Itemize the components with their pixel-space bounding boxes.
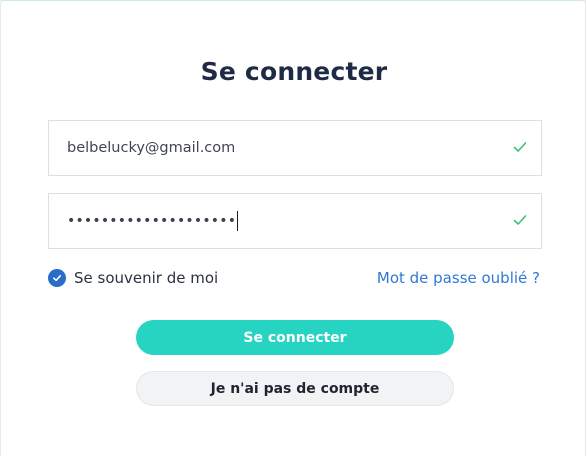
checkbox-checked-icon[interactable] bbox=[48, 269, 66, 287]
login-card: Se connecter belbelucky@gmail.com ••••••… bbox=[0, 0, 586, 456]
text-caret bbox=[237, 211, 239, 231]
password-value-wrapper: •••••••••••••••••••• bbox=[67, 194, 239, 248]
email-value: belbelucky@gmail.com bbox=[67, 140, 236, 156]
password-field[interactable]: •••••••••••••••••••• bbox=[48, 193, 542, 249]
password-valid-checkmark-icon bbox=[513, 215, 527, 225]
password-masked-value: •••••••••••••••••••• bbox=[67, 213, 237, 229]
remember-me-label[interactable]: Se souvenir de moi bbox=[74, 269, 218, 287]
submit-button[interactable]: Se connecter bbox=[136, 320, 454, 355]
forgot-password-link[interactable]: Mot de passe oublié ? bbox=[377, 267, 540, 289]
remember-me-checkbox[interactable]: Se souvenir de moi bbox=[48, 267, 218, 289]
checkbox-tick-icon bbox=[53, 275, 62, 282]
email-valid-checkmark-icon bbox=[513, 142, 527, 152]
no-account-button[interactable]: Je n'ai pas de compte bbox=[136, 371, 454, 406]
email-field[interactable]: belbelucky@gmail.com bbox=[48, 120, 542, 176]
page-title: Se connecter bbox=[200, 57, 388, 86]
